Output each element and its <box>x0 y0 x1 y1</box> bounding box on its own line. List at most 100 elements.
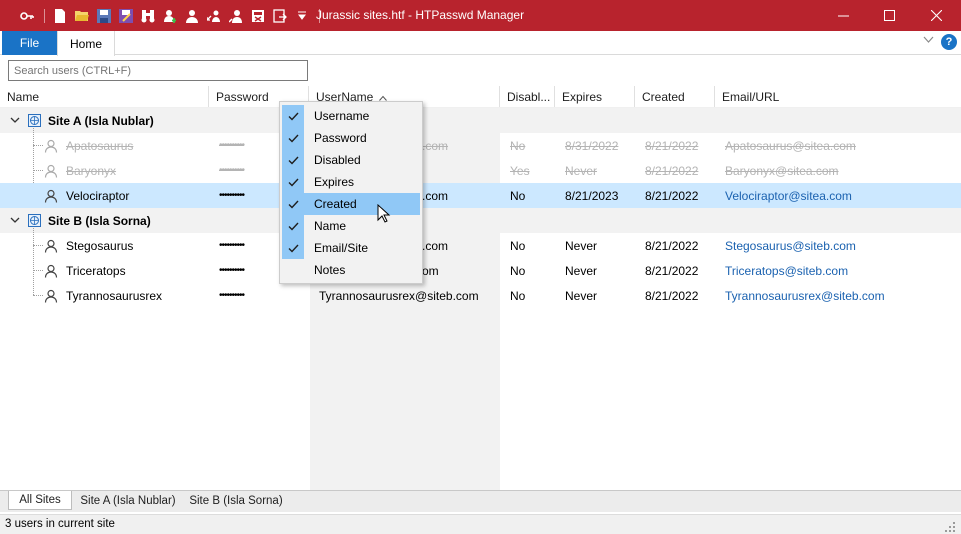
customize-dropdown-icon[interactable] <box>295 9 309 23</box>
resize-grip-icon[interactable] <box>945 521 955 532</box>
user-expires: Never <box>565 238 598 253</box>
user-expires: 8/31/2022 <box>565 138 619 153</box>
user-username: .com <box>422 188 449 203</box>
expand-chevron-icon[interactable] <box>10 108 20 133</box>
user-row[interactable]: Baryonyx •••••••••• Yes Never 8/21/2022 … <box>0 158 961 183</box>
menu-item-notes[interactable]: Notes <box>282 259 420 281</box>
open-folder-icon[interactable] <box>75 9 89 23</box>
user-email[interactable]: Stegosaurus@siteb.com <box>725 233 856 258</box>
user-created: 8/21/2022 <box>645 188 699 203</box>
user-icon[interactable] <box>185 9 199 23</box>
user-email[interactable]: Tyrannosaurusrex@siteb.com <box>725 283 885 308</box>
user-disabled: No <box>510 138 526 153</box>
save-icon[interactable] <box>97 9 111 23</box>
user-disabled: Yes <box>510 163 530 178</box>
user-email[interactable]: Baryonyx@sitea.com <box>725 158 839 183</box>
user-name: Apatosaurus <box>66 138 134 153</box>
export-icon[interactable] <box>273 9 287 23</box>
user-expires: Never <box>565 288 598 303</box>
maximize-button[interactable] <box>866 0 912 31</box>
new-file-icon[interactable] <box>53 9 67 23</box>
menu-item-email-site[interactable]: Email/Site <box>282 237 420 259</box>
user-disabled: No <box>510 188 526 203</box>
user-icon <box>44 183 58 208</box>
toolbar-separator <box>44 9 45 23</box>
group-row-site-a[interactable]: Site A (Isla Nublar) <box>0 108 961 133</box>
site-globe-icon <box>28 108 41 133</box>
tab-file[interactable]: File <box>2 31 57 55</box>
key-icon[interactable] <box>20 9 34 23</box>
search-input[interactable] <box>8 60 308 81</box>
user-email[interactable]: Velociraptor@sitea.com <box>725 183 852 208</box>
title-bar: Jurassic sites.htf - HTPasswd Manager <box>0 0 961 31</box>
column-header-expires[interactable]: Expires <box>555 86 635 108</box>
group-name: Site B (Isla Sorna) <box>48 213 151 228</box>
mouse-pointer-icon <box>377 203 391 224</box>
ribbon-collapse-chevron-icon[interactable] <box>923 35 934 47</box>
user-row[interactable]: Tyrannosaurusrex •••••••••• Tyrannosauru… <box>0 283 961 308</box>
find-users-icon[interactable] <box>141 9 155 23</box>
column-header-email[interactable]: Email/URL <box>715 86 961 108</box>
user-icon <box>44 283 58 308</box>
column-chooser-menu: Username Password Disabled Expires Creat… <box>279 101 423 284</box>
tab-home[interactable]: Home <box>57 31 115 56</box>
check-icon <box>282 127 304 149</box>
menu-item-label: Disabled <box>314 153 361 167</box>
check-icon <box>282 105 304 127</box>
menu-item-label: Email/Site <box>314 241 369 255</box>
delete-icon[interactable] <box>251 9 265 23</box>
minimize-button[interactable] <box>820 0 866 31</box>
user-row[interactable]: Triceratops •••••••••• om No Never 8/21/… <box>0 258 961 283</box>
user-password: •••••••••• <box>219 140 245 151</box>
user-created: 8/21/2022 <box>645 138 699 153</box>
status-text: 3 users in current site <box>5 518 115 530</box>
user-name: Stegosaurus <box>66 238 134 253</box>
tab-site-a[interactable]: Site A (Isla Nublar) <box>74 491 182 510</box>
column-header-name[interactable]: Name <box>0 86 209 108</box>
quick-access-toolbar <box>20 7 328 25</box>
tab-site-b[interactable]: Site B (Isla Sorna) <box>184 491 288 510</box>
add-user-icon[interactable] <box>163 9 177 23</box>
menu-item-password[interactable]: Password <box>282 127 420 149</box>
expand-chevron-icon[interactable] <box>10 208 20 233</box>
tab-all-sites[interactable]: All Sites <box>8 491 72 510</box>
user-email[interactable]: Triceratops@siteb.com <box>725 258 848 283</box>
user-created: 8/21/2022 <box>645 288 699 303</box>
help-button[interactable]: ? <box>941 34 957 50</box>
menu-item-created[interactable]: Created <box>282 193 420 215</box>
menu-item-name[interactable]: Name <box>282 215 420 237</box>
user-email[interactable]: Apatosaurus@sitea.com <box>725 133 856 158</box>
menu-item-expires[interactable]: Expires <box>282 171 420 193</box>
user-password: •••••••••• <box>219 165 245 176</box>
user-username: .com <box>422 238 449 253</box>
menu-item-disabled[interactable]: Disabled <box>282 149 420 171</box>
column-header-created[interactable]: Created <box>635 86 715 108</box>
site-globe-icon <box>28 208 41 233</box>
menu-item-label: Created <box>314 197 357 211</box>
save-as-icon[interactable] <box>119 9 133 23</box>
user-password: •••••••••• <box>219 240 245 251</box>
user-row[interactable]: Stegosaurus •••••••••• .com No Never 8/2… <box>0 233 961 258</box>
column-header-disabled[interactable]: Disabl... <box>500 86 555 108</box>
edit-user-icon[interactable] <box>229 9 243 23</box>
user-name: Velociraptor <box>66 188 130 203</box>
user-disabled: No <box>510 263 526 278</box>
user-username: om <box>422 263 439 278</box>
close-icon <box>930 10 942 21</box>
user-expires: Never <box>565 163 598 178</box>
user-row-selected[interactable]: Velociraptor •••••••••• .com No 8/21/202… <box>0 183 961 208</box>
menu-item-label: Name <box>314 219 347 233</box>
group-row-site-b[interactable]: Site B (Isla Sorna) <box>0 208 961 233</box>
menu-item-username[interactable]: Username <box>282 105 420 127</box>
window-title: Jurassic sites.htf - HTPasswd Manager <box>316 8 525 22</box>
user-icon <box>44 133 58 158</box>
menu-item-label: Password <box>314 131 367 145</box>
user-move-icon[interactable] <box>207 9 221 23</box>
check-icon <box>282 237 304 259</box>
menu-item-label: Notes <box>314 263 346 277</box>
user-expires: Never <box>565 263 598 278</box>
menu-item-label: Expires <box>314 175 355 189</box>
close-button[interactable] <box>913 0 959 31</box>
user-row[interactable]: Apatosaurus •••••••••• .com No 8/31/2022… <box>0 133 961 158</box>
user-icon <box>44 233 58 258</box>
